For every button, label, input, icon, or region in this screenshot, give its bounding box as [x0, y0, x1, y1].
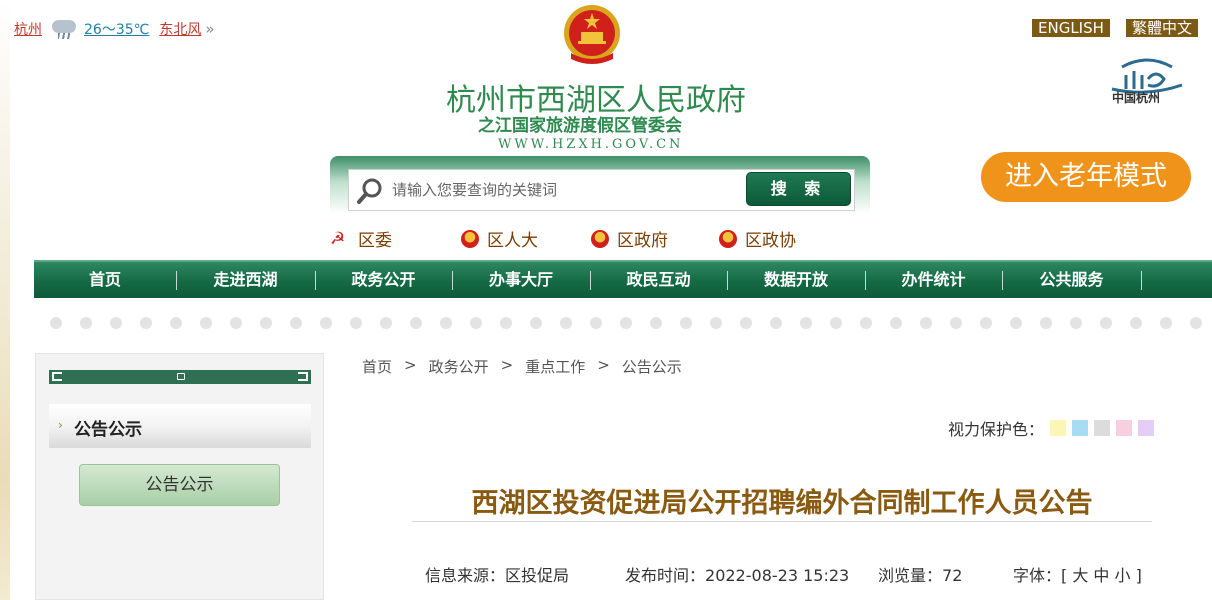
breadcrumb-separator: > [500, 356, 514, 374]
english-link[interactable]: ENGLISH [1032, 19, 1110, 37]
cppcc-emblem-icon [719, 229, 737, 248]
quick-link-label: 区人大 [487, 231, 538, 251]
font-size-control: 字体：[ 大 中 小 ] [1013, 562, 1142, 586]
national-emblem-icon [461, 229, 479, 248]
color-swatch-gray[interactable] [1094, 420, 1111, 436]
time-value: 2022-08-23 15:23 [705, 566, 850, 585]
national-emblem-icon [564, 5, 620, 64]
source-label: 信息来源： [425, 566, 506, 585]
chevron-right-icon: › [58, 418, 63, 432]
article-publish-time: 发布时间：2022-08-23 15:23 [625, 562, 849, 586]
search-button[interactable]: 搜 索 [746, 172, 851, 206]
weather-wind-link[interactable]: 东北风 [159, 19, 201, 39]
views-label: 浏览量： [878, 566, 943, 585]
site-url: WWW.HZXH.GOV.CN [498, 137, 684, 152]
weather-temp-link[interactable]: 26～35℃ [84, 19, 149, 39]
traditional-chinese-link[interactable]: 繁體中文 [1126, 19, 1199, 37]
font-size-options[interactable]: [ 大 中 小 ] [1061, 566, 1142, 585]
breadcrumb: 首页 > 政务公开 > 重点工作 > 公告公示 [362, 356, 682, 377]
search-input[interactable] [392, 178, 732, 202]
breadcrumb-home[interactable]: 首页 [362, 356, 392, 377]
quick-links: ☭ 区委 区人大 区政府 区政协 [0, 226, 1212, 254]
sidebar-ornament [49, 370, 311, 384]
nav-end [1141, 262, 1212, 298]
color-swatch-purple[interactable] [1138, 420, 1155, 436]
quick-link-district-committee[interactable]: ☭ 区委 [330, 226, 392, 252]
time-label: 发布时间： [625, 566, 706, 585]
nav-home[interactable]: 首页 [34, 262, 176, 298]
nav-public-services[interactable]: 公共服务 [1002, 262, 1141, 298]
national-emblem-icon [591, 229, 609, 248]
breadcrumb-announcements[interactable]: 公告公示 [622, 356, 682, 377]
site-subtitle: 之江国家旅游度假区管委会 [478, 116, 682, 136]
article-title: 西湖区投资促进局公开招聘编外合同制工作人员公告 [471, 488, 1093, 519]
color-swatch-blue[interactable] [1072, 420, 1089, 436]
search-icon [357, 178, 382, 204]
title-divider [412, 521, 1152, 522]
divider-dots [50, 317, 1212, 329]
article-source: 信息来源：区投促局 [425, 562, 569, 586]
left-decoration [0, 0, 10, 600]
eye-protection-colors: 视力保护色： [948, 416, 1155, 440]
breadcrumb-separator: > [404, 356, 417, 374]
quick-link-district-cppcc[interactable]: 区政协 [719, 226, 796, 251]
weather-widget: 杭州 26～35℃ 东北风 » [14, 18, 215, 40]
nav-interaction[interactable]: 政民互动 [590, 262, 727, 298]
quick-link-district-congress[interactable]: 区人大 [461, 226, 538, 251]
quick-link-district-government[interactable]: 区政府 [591, 226, 668, 251]
thunderstorm-icon [46, 18, 80, 40]
main-nav: 首页 走进西湖 政务公开 办事大厅 政民互动 数据开放 办件统计 公共服务 [34, 260, 1212, 298]
nav-service-hall[interactable]: 办事大厅 [452, 262, 590, 298]
weather-city-link[interactable]: 杭州 [14, 19, 42, 39]
nav-open-data[interactable]: 数据开放 [727, 262, 865, 298]
nav-about-xihu[interactable]: 走进西湖 [176, 262, 315, 298]
breadcrumb-key-work[interactable]: 重点工作 [525, 356, 585, 377]
source-value: 区投促局 [505, 566, 570, 585]
nav-government-affairs[interactable]: 政务公开 [315, 262, 452, 298]
font-size-label: 字体： [1013, 566, 1062, 585]
quick-link-label: 区委 [358, 231, 392, 251]
quick-link-label: 区政协 [745, 231, 796, 251]
breadcrumb-separator: > [597, 356, 610, 374]
eye-protection-label: 视力保护色： [948, 420, 1045, 439]
elder-mode-button[interactable]: 进入老年模式 [981, 152, 1191, 202]
color-swatch-pink[interactable] [1116, 420, 1133, 436]
party-emblem-icon: ☭ [330, 228, 346, 249]
hangzhou-logo-text: 中国杭州 [1112, 91, 1161, 105]
weather-more-link[interactable]: » [205, 20, 214, 38]
article-views: 浏览量：72 [878, 562, 962, 586]
views-value: 72 [942, 566, 963, 585]
sidebar-heading: › 公告公示 [49, 404, 311, 448]
sidebar-item-announcements[interactable]: 公告公示 [79, 464, 280, 506]
nav-statistics[interactable]: 办件统计 [865, 262, 1002, 298]
color-swatch-yellow[interactable] [1050, 420, 1067, 436]
sidebar-heading-label: 公告公示 [74, 420, 142, 440]
breadcrumb-gov-affairs[interactable]: 政务公开 [429, 356, 489, 377]
quick-link-label: 区政府 [617, 231, 668, 251]
